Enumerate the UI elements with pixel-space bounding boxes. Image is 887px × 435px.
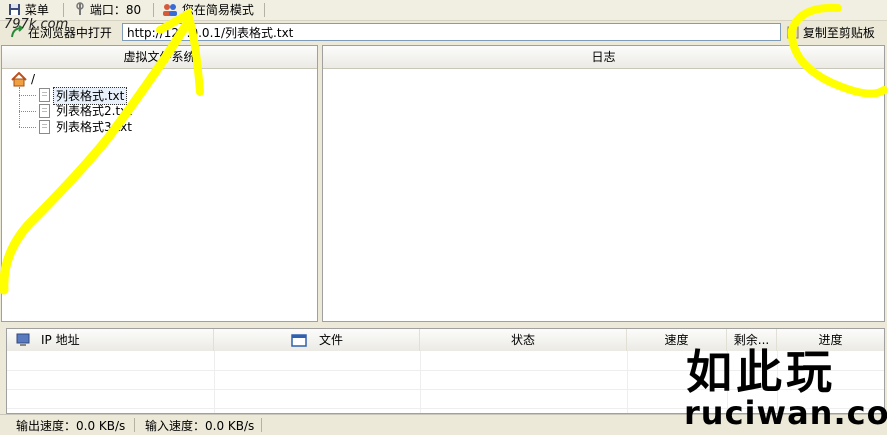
file-icon	[39, 104, 50, 118]
port-label: 端口：80	[89, 3, 142, 17]
column-label: IP 地址	[41, 333, 80, 347]
menu-button[interactable]: 菜单	[8, 2, 49, 18]
mode-button[interactable]: 您在简易模式	[162, 2, 254, 18]
menu-label: 菜单	[24, 3, 49, 17]
status-separator	[134, 418, 135, 432]
window-icon	[291, 332, 307, 354]
copy-to-clipboard-button[interactable]: 复制至剪贴板	[787, 25, 875, 41]
vfs-panel: 虚拟文件系统 / 列表格式.txt 列表格式2.txt 列表格式3.txt	[1, 45, 318, 322]
output-speed: 输出速度：0.0 KB/s	[16, 419, 126, 433]
column-header-ip[interactable]: IP 地址	[7, 329, 214, 351]
copy-label: 复制至剪贴板	[802, 26, 875, 40]
clipboard-icon	[787, 25, 799, 43]
tree-connector	[19, 95, 36, 96]
input-speed: 输入速度：0.0 KB/s	[145, 419, 255, 433]
file-icon	[39, 120, 50, 134]
corner-watermark: 797k.com	[4, 17, 69, 32]
url-field[interactable]	[122, 23, 781, 41]
mode-label: 您在简易模式	[181, 3, 254, 17]
port-icon	[74, 2, 86, 20]
tree-connector	[19, 127, 36, 128]
toolbar-separator	[153, 3, 154, 17]
column-label: 状态	[510, 333, 535, 347]
col-divider	[627, 351, 628, 413]
tree-file-item[interactable]: 列表格式2.txt	[54, 103, 134, 119]
network-computer-icon	[15, 332, 31, 354]
port-button[interactable]: 端口：80	[74, 2, 141, 18]
domain-watermark: ruciwan.com	[684, 394, 887, 432]
tree-connector	[19, 87, 20, 127]
col-divider	[420, 351, 421, 413]
tree-connector	[19, 111, 36, 112]
brand-watermark: 如此玩	[686, 345, 836, 399]
main-toolbar: 菜单 端口：80 您在简易模式	[0, 0, 887, 21]
file-icon	[39, 88, 50, 102]
column-header-file[interactable]: 文件	[214, 329, 420, 351]
status-separator	[261, 418, 262, 432]
log-panel-title: 日志	[323, 46, 884, 69]
column-header-status[interactable]: 状态	[420, 329, 627, 351]
toolbar-separator	[63, 3, 64, 17]
vfs-root-label[interactable]: /	[29, 71, 37, 87]
users-icon	[162, 3, 178, 20]
toolbar-separator	[264, 3, 265, 17]
column-label: 速度	[664, 333, 689, 347]
address-row: 在浏览器中打开 复制至剪贴板	[0, 21, 887, 45]
col-divider	[214, 351, 215, 413]
tree-file-item[interactable]: 列表格式3.txt	[54, 119, 134, 135]
column-label: 文件	[319, 333, 344, 347]
vfs-panel-title: 虚拟文件系统	[2, 46, 317, 69]
log-panel: 日志	[322, 45, 885, 322]
